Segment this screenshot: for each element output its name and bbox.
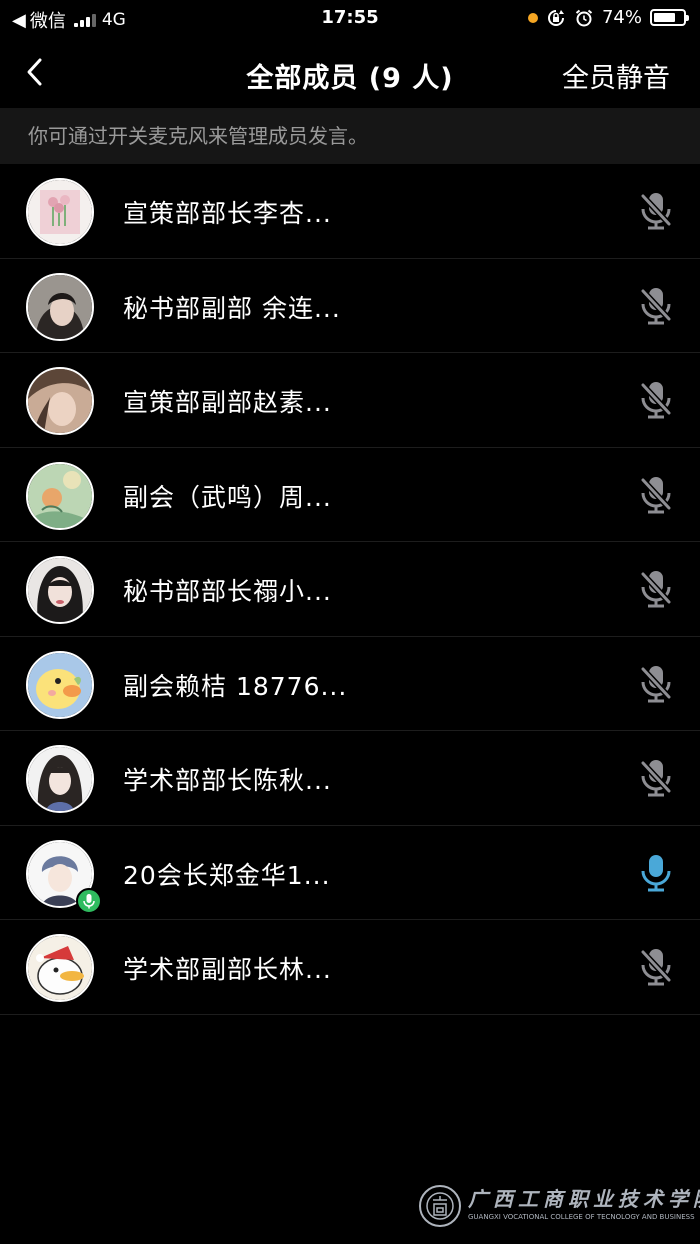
member-row[interactable]: 秘书部部长禤小...	[0, 542, 700, 637]
mic-muted-icon[interactable]	[638, 475, 674, 515]
member-name: 秘书部部长禤小...	[123, 577, 332, 606]
nav-bar: 全部成员 (9 人) 全员静音	[0, 36, 700, 108]
member-row[interactable]: 宣策部副部赵素...	[0, 353, 700, 448]
avatar	[26, 461, 94, 530]
member-row[interactable]: 20会长郑金华1...	[0, 826, 700, 920]
status-bar: ◀ 微信 4G 17:55 74%	[0, 0, 700, 36]
member-row[interactable]: 副会赖桔 18776...	[0, 637, 700, 731]
rotation-lock-icon	[547, 9, 564, 26]
member-name: 学术部部长陈秋...	[123, 766, 332, 795]
member-list: 宣策部部长李杏... 秘书部副部 余连... 宣策部副部赵素... 副会（武鸣）…	[0, 164, 700, 1015]
avatar	[26, 556, 94, 624]
avatar	[26, 367, 94, 435]
member-row[interactable]: 秘书部副部 余连...	[0, 259, 700, 353]
recording-dot-icon	[527, 12, 538, 23]
avatar	[26, 272, 94, 341]
watermark: 广西工商职业技术学院 GUANGXI VOCATIONAL COLLEGE OF…	[418, 1183, 700, 1229]
member-row[interactable]: 副会（武鸣）周...	[0, 448, 700, 542]
member-row[interactable]: 宣策部部长李杏...	[0, 164, 700, 259]
hint-text: 你可通过开关麦克风来管理成员发言。	[0, 108, 700, 164]
mute-all-button[interactable]: 全员静音	[562, 56, 670, 95]
member-name: 20会长郑金华1...	[123, 860, 331, 890]
mic-muted-icon[interactable]	[638, 758, 674, 798]
mic-muted-icon[interactable]	[638, 380, 674, 420]
avatar	[26, 934, 94, 1002]
member-name: 副会（武鸣）周...	[123, 482, 332, 512]
speaking-badge	[76, 887, 102, 914]
mic-muted-icon[interactable]	[638, 191, 674, 231]
mic-muted-icon[interactable]	[638, 569, 674, 609]
battery-percent: 74%	[601, 7, 642, 28]
member-name: 宣策部部长李杏...	[123, 199, 332, 228]
status-right: 74%	[527, 7, 689, 28]
mic-muted-icon[interactable]	[638, 286, 674, 326]
member-name: 学术部副部长林...	[123, 955, 332, 984]
member-row[interactable]: 学术部部长陈秋...	[0, 731, 700, 826]
mic-muted-icon[interactable]	[638, 947, 674, 987]
watermark-college-name: 广西工商职业技术学院	[468, 1187, 700, 1211]
battery-icon	[650, 9, 689, 26]
member-name: 秘书部副部 余连...	[123, 293, 341, 323]
mic-muted-icon[interactable]	[638, 664, 674, 704]
mic-on-icon[interactable]	[638, 853, 674, 893]
avatar	[26, 745, 94, 813]
avatar	[26, 650, 94, 719]
member-row[interactable]: 学术部副部长林...	[0, 920, 700, 1015]
mic-small-icon	[83, 893, 95, 908]
member-name: 副会赖桔 18776...	[123, 671, 348, 701]
watermark-college-name-en: GUANGXI VOCATIONAL COLLEGE OF TECNOLOGY …	[468, 1213, 695, 1221]
avatar	[26, 178, 94, 246]
alarm-clock-icon	[575, 9, 593, 26]
college-seal-icon	[419, 1185, 461, 1227]
member-name: 宣策部副部赵素...	[123, 388, 332, 417]
